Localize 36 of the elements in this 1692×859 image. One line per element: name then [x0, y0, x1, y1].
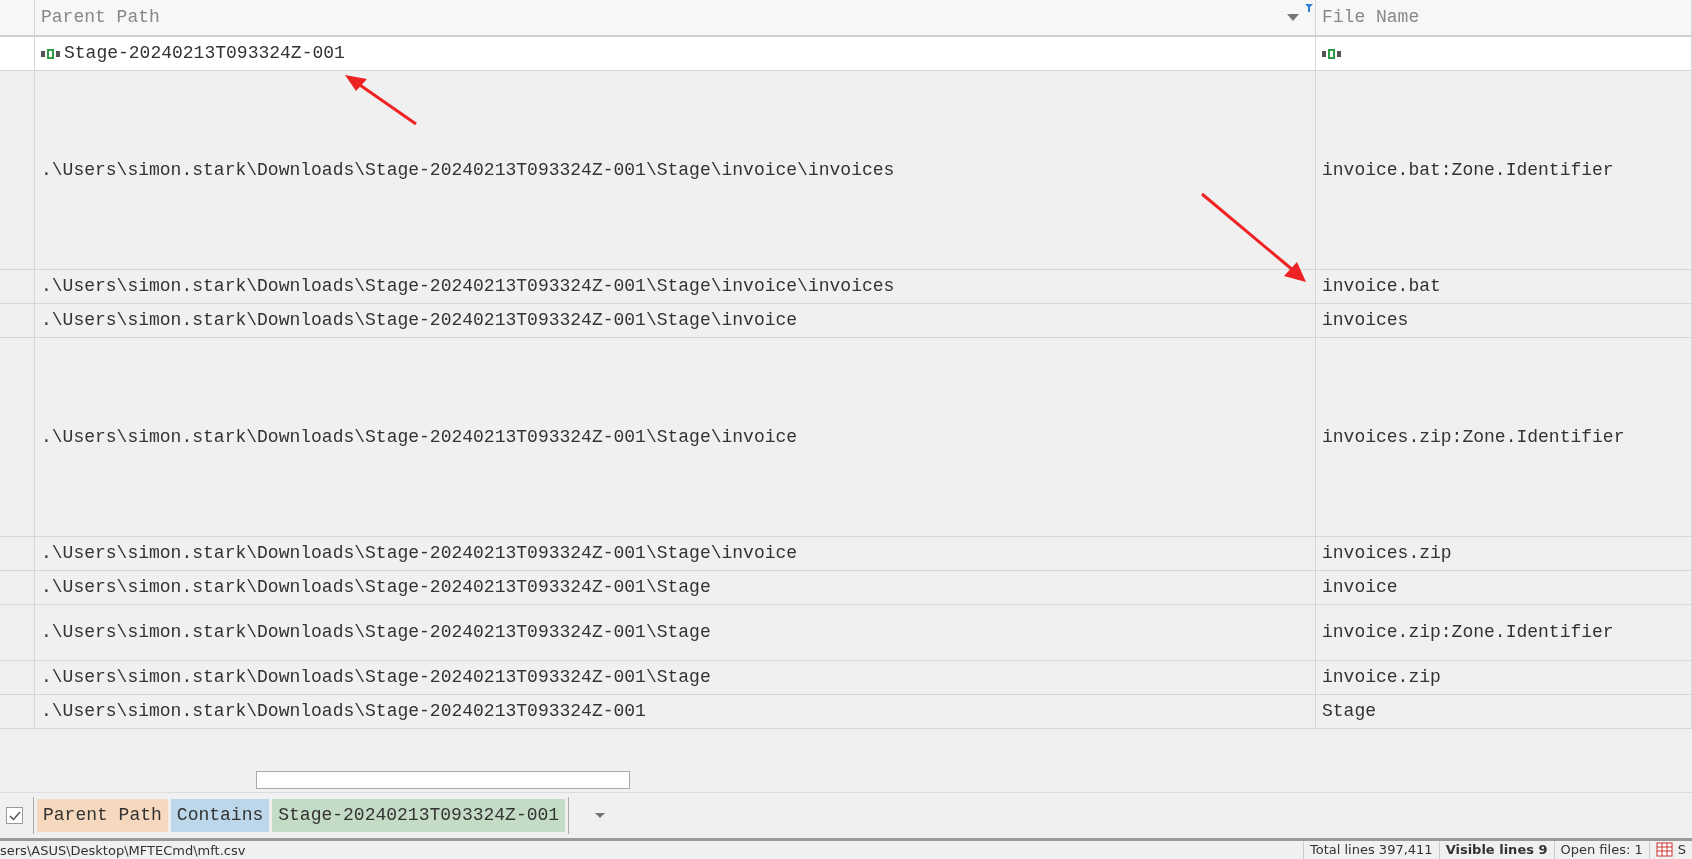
visible-lines: Visible lines 9 [1438, 841, 1554, 859]
row-header [0, 695, 35, 729]
table-cell: invoice.bat [1316, 270, 1692, 304]
table-cell: invoices.zip [1316, 537, 1692, 571]
table-cell: .\Users\simon.stark\Downloads\Stage-20240213T093324Z-001\Stage [35, 605, 1316, 661]
filter-field-token[interactable]: Parent Path [37, 799, 168, 832]
filter-field[interactable]: Stage-20240213T093324Z-001 [35, 37, 1316, 71]
table-cell: invoice.zip [1316, 661, 1692, 695]
text-filter-icon [1322, 48, 1341, 59]
open-files: Open files: 1 [1553, 841, 1649, 859]
table-cell: invoice [1316, 571, 1692, 605]
table-cell: .\Users\simon.stark\Downloads\Stage-20240213T093324Z-001 [35, 695, 1316, 729]
table-cell: invoice.bat:Zone.Identifier [1316, 71, 1692, 270]
table-cell: .\Users\simon.stark\Downloads\Stage-20240213T093324Z-001\Stage\invoice [35, 304, 1316, 338]
table-cell: .\Users\simon.stark\Downloads\Stage-20240213T093324Z-001\Stage [35, 661, 1316, 695]
scrollbar-thumb[interactable] [256, 771, 630, 789]
table-cell: invoice.zip:Zone.Identifier [1316, 605, 1692, 661]
text-filter-icon [41, 48, 60, 59]
file-path: sers\ASUS\Desktop\MFTECmd\mft.csv [0, 842, 247, 859]
filter-icon[interactable] [1305, 4, 1313, 12]
table-cell: invoices [1316, 304, 1692, 338]
filter-field[interactable] [1316, 37, 1692, 71]
row-header-corner [0, 0, 35, 37]
filter-checkbox[interactable] [6, 807, 23, 824]
table-cell: invoices.zip:Zone.Identifier [1316, 338, 1692, 537]
dropdown-caret-icon[interactable] [595, 812, 606, 819]
table-cell: Stage [1316, 695, 1692, 729]
total-lines: Total lines 397,411 [1303, 841, 1439, 859]
filter-operator-token[interactable]: Contains [170, 799, 270, 832]
status-text: S [1677, 842, 1686, 858]
table-cell: .\Users\simon.stark\Downloads\Stage-20240213T093324Z-001\Stage\invoice [35, 338, 1316, 537]
dropdown-caret-icon[interactable] [1287, 13, 1299, 22]
table-cell: .\Users\simon.stark\Downloads\Stage-20240213T093324Z-001\Stage\invoice [35, 537, 1316, 571]
grid-settings-icon [1655, 842, 1674, 858]
filter-value-token[interactable]: Stage-20240213T093324Z-001 [272, 799, 566, 832]
table-cell: .\Users\simon.stark\Downloads\Stage-20240213T093324Z-001\Stage [35, 571, 1316, 605]
